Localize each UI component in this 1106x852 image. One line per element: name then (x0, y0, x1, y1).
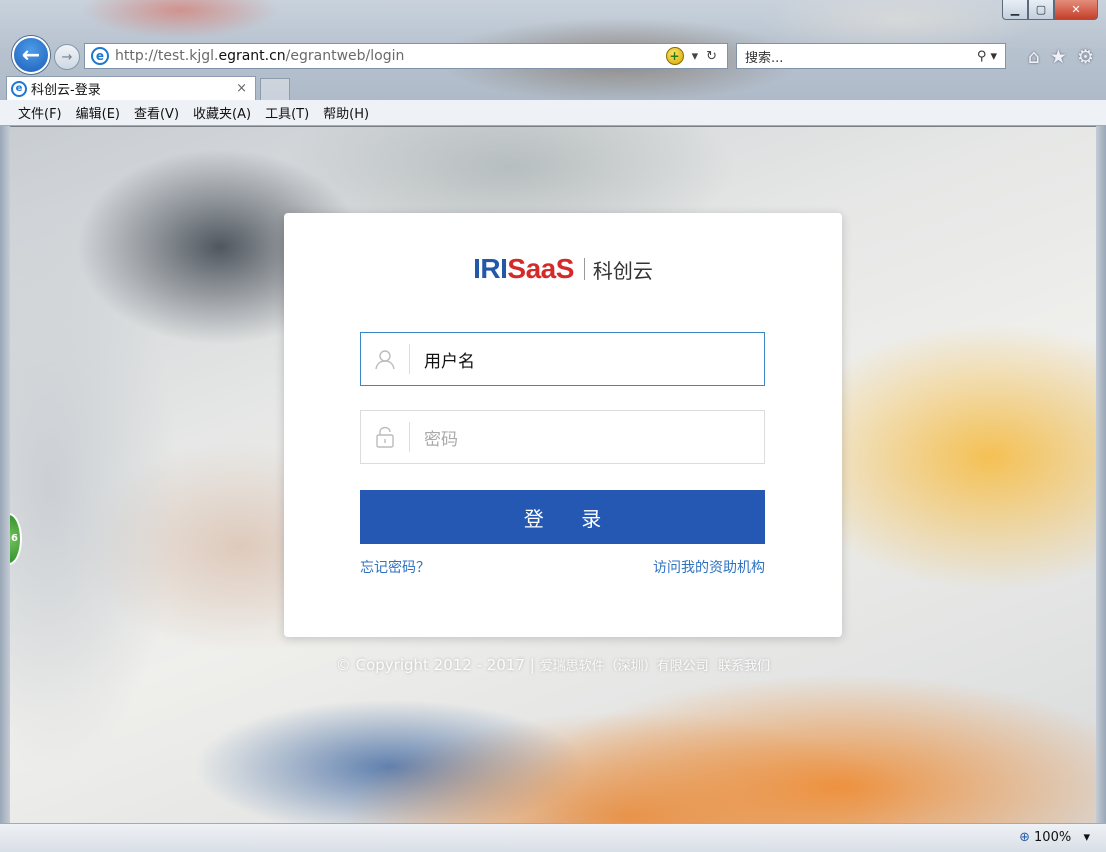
zoom-level: 100% (1034, 830, 1072, 845)
page-viewport: 6 IRISaaS 科创云 用户名 密码 登 录 忘记密码？ 访问我的资助机构 (10, 127, 1096, 823)
company-name: 爱瑞思软件（深圳）有限公司 (539, 659, 709, 674)
dropdown-arrow-icon[interactable]: ▾ (692, 49, 699, 64)
password-divider (409, 422, 410, 452)
window-frame-left (0, 126, 10, 824)
brand-logo: IRI SaaS 科创云 (284, 253, 842, 285)
ie-logo-icon: e (91, 47, 109, 65)
compatibility-view-icon[interactable]: + (665, 47, 684, 65)
logo-saas-text: SaaS (507, 253, 574, 284)
browser-right-icons: ⌂ ★ ⚙ (1028, 46, 1094, 68)
address-url[interactable]: http://test.kjgl.egrant.cn/egrantweb/log… (115, 48, 404, 64)
logo-iri-text: IRI (473, 253, 508, 284)
username-field[interactable]: 用户名 (360, 332, 765, 386)
zoom-dropdown-icon[interactable]: ▾ (1075, 830, 1090, 845)
forgot-password-link[interactable]: 忘记密码？ (360, 557, 430, 577)
navigation-row: ← → e http://test.kjgl.egrant.cn/egrantw… (0, 34, 1106, 74)
menu-bar: 文件(F) 编辑(E) 查看(V) 收藏夹(A) 工具(T) 帮助(H) (0, 100, 1106, 126)
close-window-button[interactable]: ✕ (1054, 0, 1098, 20)
minimize-button[interactable]: ▁ (1002, 0, 1028, 20)
lock-icon (361, 426, 409, 448)
login-links: 忘记密码？ 访问我的资助机构 (360, 557, 765, 577)
username-divider (409, 344, 410, 374)
star-icon[interactable]: ★ (1050, 46, 1067, 68)
tab-row: e 科创云-登录 × (0, 76, 1106, 100)
menu-help[interactable]: 帮助(H) (323, 103, 369, 122)
address-bar[interactable]: e http://test.kjgl.egrant.cn/egrantweb/l… (84, 43, 728, 69)
search-icon[interactable]: ⚲ ▾ (977, 49, 997, 64)
search-box[interactable]: 搜索... ⚲ ▾ (736, 43, 1006, 69)
logo-chinese-text: 科创云 (592, 258, 653, 283)
refresh-icon[interactable]: ↻ (706, 49, 717, 64)
password-field[interactable]: 密码 (360, 410, 765, 464)
gear-icon[interactable]: ⚙ (1077, 46, 1094, 68)
copyright-text: © Copyright 2012 - 2017 | (335, 656, 540, 674)
side-widget-digit: 6 (11, 533, 18, 544)
contact-us-link[interactable]: 联系我们 (718, 659, 770, 674)
tab-close-icon[interactable]: × (236, 81, 247, 96)
user-icon (361, 348, 409, 370)
back-arrow-icon[interactable]: ← (12, 36, 50, 74)
tab-title: 科创云-登录 (31, 83, 101, 98)
url-suffix: /egrantweb/login (285, 48, 405, 64)
menu-view[interactable]: 查看(V) (134, 103, 179, 122)
window-controls: ▁ ▢ ✕ (1002, 0, 1098, 20)
menu-favorites[interactable]: 收藏夹(A) (193, 103, 251, 122)
logo-separator (583, 258, 585, 280)
url-prefix: http://test.kjgl. (115, 48, 219, 64)
zoom-icon: ⊕ (1019, 830, 1031, 845)
zoom-control[interactable]: ⊕ 100% ▾ (1019, 830, 1090, 845)
new-tab-button[interactable] (260, 78, 290, 100)
funding-agency-link[interactable]: 访问我的资助机构 (653, 557, 765, 577)
maximize-button[interactable]: ▢ (1028, 0, 1054, 20)
status-bar: ⊕ 100% ▾ (0, 823, 1106, 852)
username-value[interactable]: 用户名 (424, 347, 475, 372)
menu-edit[interactable]: 编辑(E) (76, 103, 120, 122)
home-icon[interactable]: ⌂ (1028, 46, 1040, 68)
forward-arrow-icon[interactable]: → (54, 44, 80, 70)
url-host: egrant.cn (218, 48, 286, 64)
menu-file[interactable]: 文件(F) (18, 103, 62, 122)
login-button[interactable]: 登 录 (360, 490, 765, 544)
login-card: IRI SaaS 科创云 用户名 密码 登 录 忘记密码？ 访问我的资助机构 (284, 213, 842, 637)
address-tools: + ▾ ↻ (665, 47, 727, 65)
search-placeholder: 搜索... (745, 50, 784, 66)
tab-login[interactable]: e 科创云-登录 × (6, 76, 256, 100)
browser-chrome: ▁ ▢ ✕ ← → e http://test.kjgl.egrant.cn/e… (0, 0, 1106, 126)
password-placeholder[interactable]: 密码 (424, 425, 458, 450)
footer-copyright: © Copyright 2012 - 2017 | 爱瑞思软件（深圳）有限公司 … (10, 655, 1096, 674)
menu-tools[interactable]: 工具(T) (265, 103, 309, 122)
window-frame-right (1096, 126, 1106, 824)
ie-tab-icon: e (11, 80, 27, 97)
